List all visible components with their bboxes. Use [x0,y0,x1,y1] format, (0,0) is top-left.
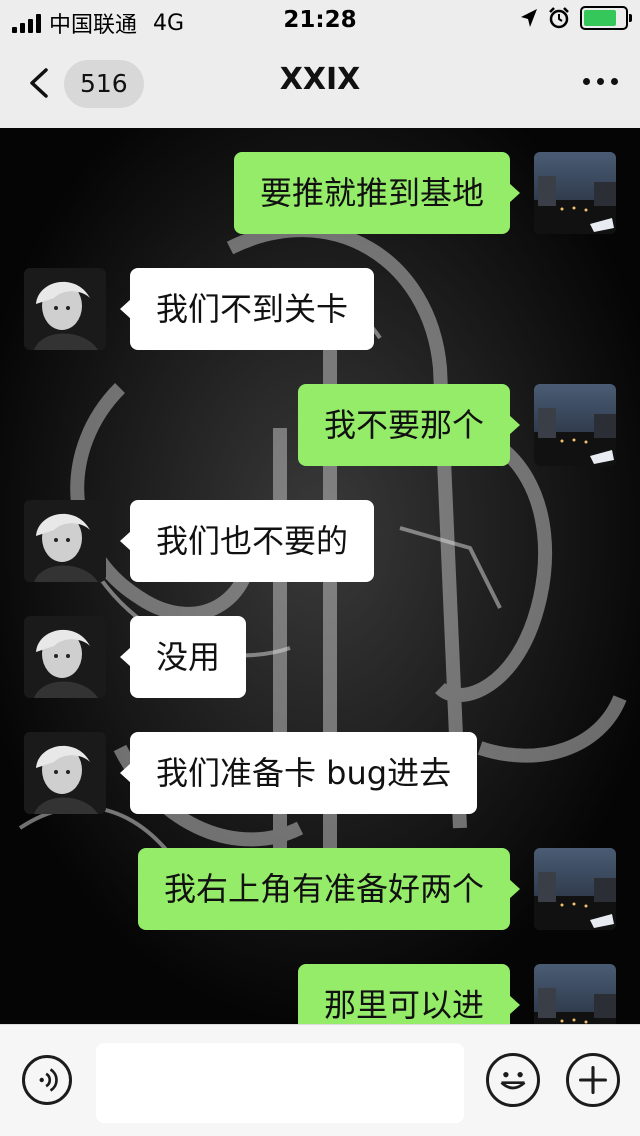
avatar[interactable] [534,384,616,466]
alarm-icon [549,7,569,29]
message-bubble[interactable]: 我右上角有准备好两个 [137,848,521,930]
message-list[interactable]: 要推就推到基地我们不到关卡我不要那个我们也不要的 没用我们准备卡 bug进去我右上… [0,128,640,1024]
message-bubble[interactable]: 我们也不要的 [119,500,375,582]
status-bar: 中国联通 4G 21:28 [0,0,640,40]
message-input[interactable] [96,1043,464,1123]
chat-title: XXIX [279,62,361,97]
input-bar [0,1024,640,1136]
emoji-icon[interactable] [486,1053,540,1107]
avatar[interactable] [534,964,616,1024]
battery-icon [580,6,632,30]
plus-icon[interactable] [566,1053,620,1107]
avatar[interactable] [24,268,106,350]
battery-level [584,10,616,26]
message-bubble[interactable]: 没用 [119,616,247,698]
avatar[interactable] [24,500,106,582]
avatar[interactable] [534,152,616,234]
message-bubble[interactable]: 我们准备卡 bug进去 [119,732,478,814]
avatar[interactable] [24,732,106,814]
more-icon[interactable] [583,78,618,85]
message-bubble[interactable]: 要推就推到基地 [233,152,521,234]
status-icons [520,6,632,30]
voice-icon[interactable] [22,1055,72,1105]
message-bubble[interactable]: 我们不到关卡 [119,268,375,350]
chat-header: 516 XXIX [0,40,640,128]
avatar[interactable] [534,848,616,930]
message-bubble[interactable]: 我不要那个 [297,384,521,466]
message-bubble[interactable]: 那里可以进 [297,964,521,1024]
avatar[interactable] [24,616,106,698]
location-icon [521,9,537,27]
